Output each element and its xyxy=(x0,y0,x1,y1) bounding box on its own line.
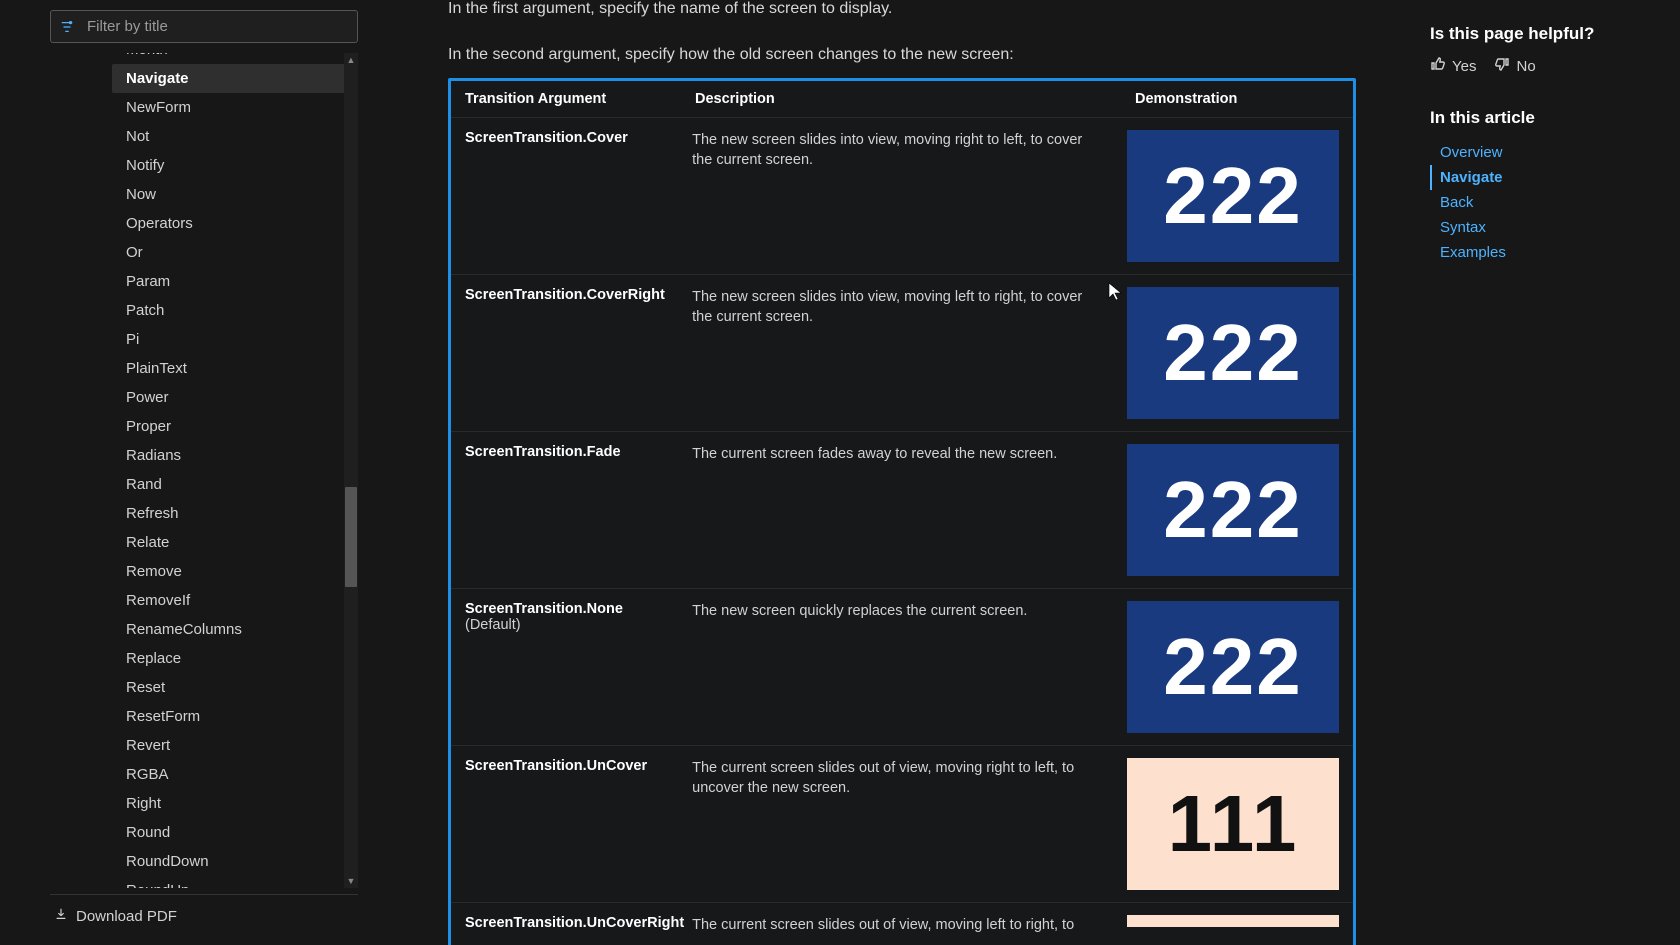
sidebar-item-navigate[interactable]: Navigate xyxy=(112,64,358,93)
right-column: Is this page helpful? Yes No In thi xyxy=(1420,0,1680,945)
demo-tile xyxy=(1127,915,1339,927)
sidebar-item-revert[interactable]: Revert xyxy=(112,731,358,760)
table-row: ScreenTransition.UnCoverRightThe current… xyxy=(451,902,1353,945)
sidebar-item-newform[interactable]: NewForm xyxy=(112,93,358,122)
transition-argument: ScreenTransition.None(Default) xyxy=(465,601,692,633)
toc-item-examples[interactable]: Examples xyxy=(1430,240,1660,265)
sidebar-item-rgba[interactable]: RGBA xyxy=(112,760,358,789)
nav-scrollbar[interactable]: ▲ ▼ xyxy=(344,53,358,888)
transition-description: The current screen fades away to reveal … xyxy=(692,444,1127,464)
helpful-no-button[interactable]: No xyxy=(1494,56,1535,76)
sidebar-item-or[interactable]: Or xyxy=(112,238,358,267)
helpful-no-label: No xyxy=(1516,58,1535,75)
th-description: Description xyxy=(695,91,1135,107)
main-content: In the first argument, specify the name … xyxy=(408,0,1420,945)
sidebar-item-removeif[interactable]: RemoveIf xyxy=(112,586,358,615)
transition-description: The current screen slides out of view, m… xyxy=(692,758,1127,799)
sidebar-item-roundup[interactable]: RoundUp xyxy=(112,876,358,888)
sidebar-item-replace[interactable]: Replace xyxy=(112,644,358,673)
table-row: ScreenTransition.FadeThe current screen … xyxy=(451,431,1353,588)
transition-demo: 111 xyxy=(1127,758,1339,890)
filter-input[interactable] xyxy=(83,11,357,42)
scroll-down-icon[interactable]: ▼ xyxy=(344,874,358,888)
nav-scroll-area: MonthNavigateNewFormNotNotifyNowOperator… xyxy=(50,53,358,888)
transition-description: The new screen slides into view, moving … xyxy=(692,130,1127,171)
download-pdf-link[interactable]: Download PDF xyxy=(50,894,358,945)
toc-item-syntax[interactable]: Syntax xyxy=(1430,215,1660,240)
download-icon xyxy=(54,907,68,925)
helpful-question: Is this page helpful? xyxy=(1430,24,1660,44)
thumbs-down-icon xyxy=(1494,56,1510,76)
filter-icon xyxy=(51,20,83,34)
transition-argument: ScreenTransition.UnCoverRight xyxy=(465,915,692,931)
sidebar-item-rounddown[interactable]: RoundDown xyxy=(112,847,358,876)
table-header-row: Transition Argument Description Demonstr… xyxy=(451,81,1353,118)
sidebar-item-resetform[interactable]: ResetForm xyxy=(112,702,358,731)
nav-scroll-thumb[interactable] xyxy=(345,487,357,587)
th-demonstration: Demonstration xyxy=(1135,91,1339,107)
transition-argument-sub: (Default) xyxy=(465,617,692,633)
transition-demo: 222 xyxy=(1127,130,1339,262)
transition-description: The new screen slides into view, moving … xyxy=(692,287,1127,328)
sidebar-item-power[interactable]: Power xyxy=(112,383,358,412)
transition-demo: 222 xyxy=(1127,287,1339,419)
demo-tile: 222 xyxy=(1127,287,1339,419)
transition-argument: ScreenTransition.Cover xyxy=(465,130,692,146)
thumbs-up-icon xyxy=(1430,56,1446,76)
transition-argument: ScreenTransition.Fade xyxy=(465,444,692,460)
demo-tile: 222 xyxy=(1127,444,1339,576)
helpful-yes-button[interactable]: Yes xyxy=(1430,56,1476,76)
download-pdf-label: Download PDF xyxy=(76,908,177,925)
sidebar-item-rand[interactable]: Rand xyxy=(112,470,358,499)
intro-text-1: In the first argument, specify the name … xyxy=(448,0,1380,18)
sidebar-item-radians[interactable]: Radians xyxy=(112,441,358,470)
sidebar-item-right[interactable]: Right xyxy=(112,789,358,818)
sidebar-item-round[interactable]: Round xyxy=(112,818,358,847)
filter-input-wrap[interactable] xyxy=(50,10,358,43)
sidebar-item-reset[interactable]: Reset xyxy=(112,673,358,702)
transitions-table: Transition Argument Description Demonstr… xyxy=(448,78,1356,945)
demo-tile: 111 xyxy=(1127,758,1339,890)
sidebar-item-param[interactable]: Param xyxy=(112,267,358,296)
transition-argument: ScreenTransition.UnCover xyxy=(465,758,692,774)
toc-item-back[interactable]: Back xyxy=(1430,190,1660,215)
table-row: ScreenTransition.None(Default)The new sc… xyxy=(451,588,1353,745)
sidebar-item-operators[interactable]: Operators xyxy=(112,209,358,238)
scroll-up-icon[interactable]: ▲ xyxy=(344,53,358,67)
sidebar-item-patch[interactable]: Patch xyxy=(112,296,358,325)
transition-demo: 222 xyxy=(1127,601,1339,733)
sidebar: MonthNavigateNewFormNotNotifyNowOperator… xyxy=(0,0,408,945)
helpful-yes-label: Yes xyxy=(1452,58,1476,75)
transition-description: The new screen quickly replaces the curr… xyxy=(692,601,1127,621)
intro-text-2: In the second argument, specify how the … xyxy=(448,46,1380,64)
toc-item-navigate[interactable]: Navigate xyxy=(1430,165,1660,190)
th-argument: Transition Argument xyxy=(465,91,695,107)
transition-demo: 222 xyxy=(1127,444,1339,576)
demo-tile: 222 xyxy=(1127,130,1339,262)
sidebar-item-not[interactable]: Not xyxy=(112,122,358,151)
demo-tile: 222 xyxy=(1127,601,1339,733)
transition-argument: ScreenTransition.CoverRight xyxy=(465,287,692,303)
table-row: ScreenTransition.CoverRightThe new scree… xyxy=(451,274,1353,431)
transition-description: The current screen slides out of view, m… xyxy=(692,915,1127,935)
sidebar-item-proper[interactable]: Proper xyxy=(112,412,358,441)
sidebar-item-relate[interactable]: Relate xyxy=(112,528,358,557)
sidebar-item-pi[interactable]: Pi xyxy=(112,325,358,354)
sidebar-item-plaintext[interactable]: PlainText xyxy=(112,354,358,383)
sidebar-item-now[interactable]: Now xyxy=(112,180,358,209)
in-this-article-heading: In this article xyxy=(1430,108,1660,128)
table-row: ScreenTransition.UnCoverThe current scre… xyxy=(451,745,1353,902)
table-row: ScreenTransition.CoverThe new screen sli… xyxy=(451,118,1353,274)
sidebar-item-notify[interactable]: Notify xyxy=(112,151,358,180)
sidebar-item-month[interactable]: Month xyxy=(112,53,358,64)
sidebar-item-remove[interactable]: Remove xyxy=(112,557,358,586)
sidebar-item-renamecolumns[interactable]: RenameColumns xyxy=(112,615,358,644)
toc-item-overview[interactable]: Overview xyxy=(1430,140,1660,165)
sidebar-item-refresh[interactable]: Refresh xyxy=(112,499,358,528)
transition-demo xyxy=(1127,915,1339,927)
